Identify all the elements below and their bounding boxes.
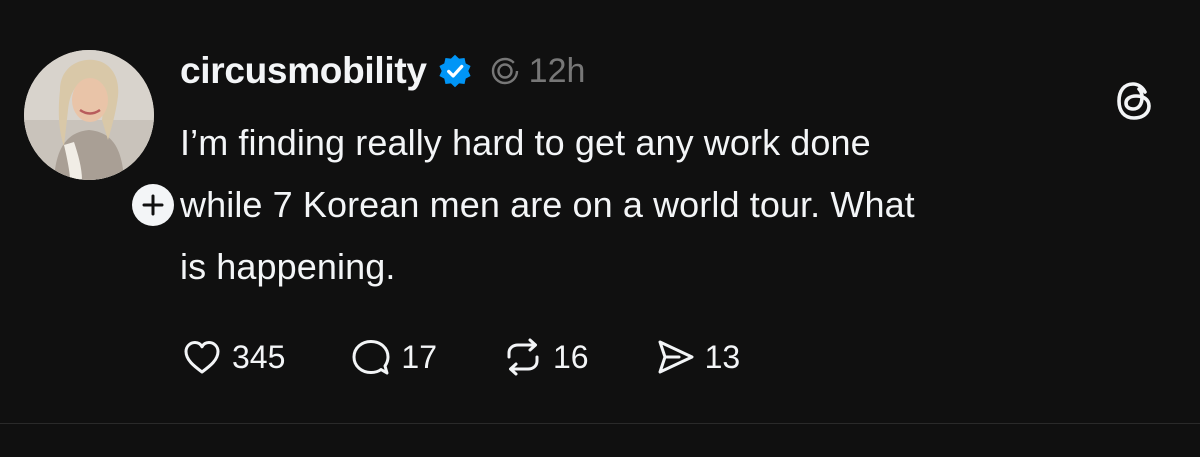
post-text-line: while 7 Korean men are on a world tour. … (180, 184, 915, 225)
post-divider (0, 423, 1200, 424)
action-bar: 345 17 16 13 (180, 332, 804, 382)
comment-bubble-icon (352, 340, 390, 375)
post-text-line: is happening. (180, 246, 396, 287)
username-link[interactable]: circusmobility (180, 50, 427, 92)
heart-icon (184, 341, 220, 374)
post-text-line: I’m finding really hard to get any work … (180, 122, 871, 163)
reply-button[interactable]: 17 (349, 335, 437, 379)
repost-count: 16 (552, 338, 589, 375)
send-icon (658, 340, 694, 374)
follow-button[interactable] (128, 180, 178, 230)
reply-count: 17 (401, 338, 437, 375)
post-header: circusmobility 12h (180, 48, 585, 94)
share-count: 13 (704, 338, 741, 375)
activity-ring-icon (491, 57, 518, 85)
share-button[interactable]: 13 (653, 335, 741, 379)
avatar-container (24, 50, 178, 230)
repost-arrows-icon (507, 338, 539, 376)
verified-badge-icon (439, 54, 471, 88)
avatar[interactable] (24, 50, 154, 180)
timestamp: 12h (528, 51, 586, 90)
post-text: I’m finding really hard to get any work … (180, 112, 1160, 298)
thread-post[interactable]: circusmobility 12h I’m finding really ha… (0, 0, 1200, 423)
like-button[interactable]: 345 (180, 335, 285, 379)
like-count: 345 (232, 338, 286, 375)
repost-button[interactable]: 16 (501, 335, 589, 379)
plus-icon (132, 184, 174, 226)
